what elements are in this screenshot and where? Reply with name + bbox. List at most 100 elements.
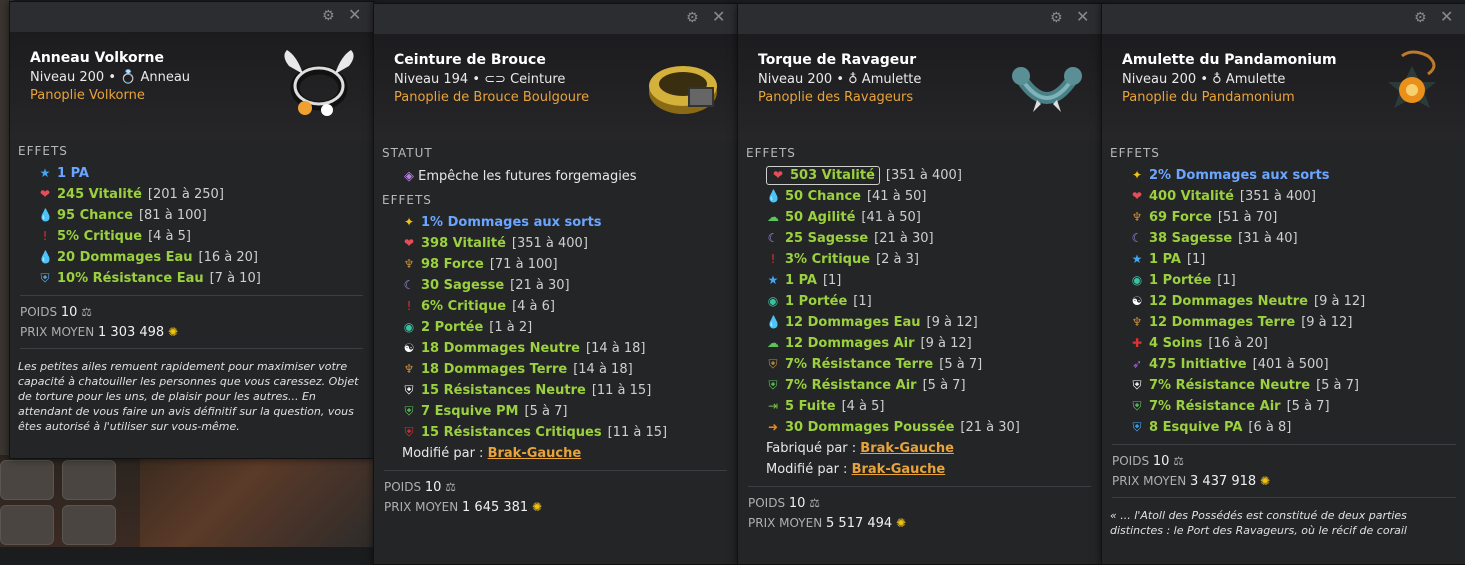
- green-shield-icon: ⛨: [404, 404, 414, 418]
- close-icon[interactable]: ✕: [1440, 9, 1454, 25]
- effect-row[interactable]: 💧 95 Chance [81 à 100]: [38, 205, 373, 226]
- green-shield-icon: ⛨: [768, 378, 778, 392]
- effect-row[interactable]: ! 6% Critique [4 à 6]: [402, 296, 737, 317]
- water-drop-icon: 💧: [766, 189, 781, 203]
- effect-row[interactable]: ⛨ 7% Résistance Terre [5 à 7]: [766, 354, 1101, 375]
- card-toolbar: ⚙ ✕: [10, 2, 373, 32]
- card-toolbar: ⚙ ✕: [374, 4, 737, 34]
- ring-icon: 💍: [120, 70, 137, 85]
- gear-icon[interactable]: ⚙: [686, 11, 700, 25]
- ring-image: [284, 50, 354, 116]
- effect-row[interactable]: 💧 12 Dommages Eau [9 à 12]: [766, 312, 1101, 333]
- effect-row[interactable]: ⛨ 7 Esquive PM [5 à 7]: [402, 401, 737, 422]
- effect-row[interactable]: ♆ 18 Dommages Terre [14 à 18]: [402, 359, 737, 380]
- effect-row[interactable]: ❤ 245 Vitalité [201 à 250]: [38, 184, 373, 205]
- effect-row[interactable]: 💧 20 Dommages Eau [16 à 20]: [38, 247, 373, 268]
- effect-row[interactable]: ☾ 30 Sagesse [21 à 30]: [402, 275, 737, 296]
- inventory-slot[interactable]: [62, 460, 116, 500]
- forgemagie-icon: ◈: [404, 169, 414, 184]
- item-panoplie[interactable]: Panoplie du Pandamonium: [1122, 90, 1295, 105]
- modified-by-link[interactable]: Brak-Gauche: [852, 462, 946, 477]
- effect-row[interactable]: ♆ 98 Force [71 à 100]: [402, 254, 737, 275]
- effect-row[interactable]: 💧 50 Chance [41 à 50]: [766, 186, 1101, 207]
- inventory-slot[interactable]: [0, 505, 54, 545]
- crafted-by-link[interactable]: Brak-Gauche: [860, 441, 954, 456]
- star-yellow-icon: ✦: [1131, 168, 1143, 182]
- effect-row[interactable]: ❤ 398 Vitalité [351 à 400]: [402, 233, 737, 254]
- gear-icon[interactable]: ⚙: [1414, 11, 1428, 25]
- effect-row[interactable]: ! 5% Critique [4 à 5]: [38, 226, 373, 247]
- water-drop-icon: 💧: [766, 315, 781, 329]
- neutral-shield-icon: ⛨: [404, 383, 414, 397]
- inventory-slot[interactable]: [0, 460, 54, 500]
- weight-row: POIDS 10 ⚖: [384, 480, 457, 495]
- close-icon[interactable]: ✕: [712, 9, 726, 25]
- effect-row[interactable]: ◉ 2 Portée [1 à 2]: [402, 317, 737, 338]
- blue-shield-icon: ⛨: [1132, 420, 1142, 434]
- effect-row[interactable]: ★ 1 PA: [38, 163, 373, 184]
- tooltip-card-torque[interactable]: ⚙ ✕ Torque de Ravageur Niveau 200 • ♁ Am…: [737, 3, 1102, 565]
- effect-row[interactable]: ✦ 1% Dommages aux sorts: [402, 212, 737, 233]
- effects-title: EFFETS: [746, 146, 796, 160]
- kama-icon: ✺: [168, 325, 179, 339]
- tooltip-card-ceinture[interactable]: ⚙ ✕ Ceinture de Brouce Niveau 194 • ⊂⊃ C…: [373, 3, 738, 565]
- effects-title: EFFETS: [382, 193, 432, 207]
- item-panoplie[interactable]: Panoplie Volkorne: [30, 88, 145, 103]
- kama-icon: ✺: [1260, 474, 1271, 488]
- tooltip-card-amulette[interactable]: ⚙ ✕ Amulette du Pandamonium Niveau 200 •…: [1101, 3, 1465, 565]
- weight-icon: ⚖: [1173, 454, 1185, 468]
- effect-row[interactable]: ! 3% Critique [2 à 3]: [766, 249, 1101, 270]
- effect-row[interactable]: ⛨ 10% Résistance Eau [7 à 10]: [38, 268, 373, 289]
- price-row: PRIX MOYEN 5 517 494 ✺: [748, 516, 907, 531]
- effect-row[interactable]: ➜ 30 Dommages Poussée [21 à 30]: [766, 417, 1101, 438]
- item-panoplie[interactable]: Panoplie des Ravageurs: [758, 90, 913, 105]
- effect-row[interactable]: ★ 1 PA [1]: [766, 270, 1101, 291]
- effect-row[interactable]: ⛨ 8 Esquive PA [6 à 8]: [1130, 417, 1465, 438]
- effect-row[interactable]: ◉ 1 Portée [1]: [1130, 270, 1465, 291]
- inventory-slot[interactable]: [62, 505, 116, 545]
- effect-row[interactable]: ☾ 38 Sagesse [31 à 40]: [1130, 228, 1465, 249]
- effect-row[interactable]: ☾ 25 Sagesse [21 à 30]: [766, 228, 1101, 249]
- effect-row[interactable]: ❤ 503 Vitalité [351 à 400]: [766, 165, 1101, 186]
- effect-row[interactable]: ⛨ 7% Résistance Neutre [5 à 7]: [1130, 375, 1465, 396]
- effect-row[interactable]: ⛨ 7% Résistance Air [5 à 7]: [766, 375, 1101, 396]
- belt-image: [649, 66, 717, 114]
- effect-row[interactable]: ⛨ 7% Résistance Air [5 à 7]: [1130, 396, 1465, 417]
- item-type: Anneau: [140, 70, 191, 85]
- effect-row[interactable]: ☯ 18 Dommages Neutre [14 à 18]: [402, 338, 737, 359]
- neutral-shield-icon: ⛨: [1132, 378, 1142, 392]
- effect-row[interactable]: ☯ 12 Dommages Neutre [9 à 12]: [1130, 291, 1465, 312]
- status-row: ◈ Empêche les futures forgemagies: [404, 169, 637, 184]
- modified-by-row: Modifié par : Brak-Gauche: [402, 446, 582, 461]
- gear-icon[interactable]: ⚙: [1050, 11, 1064, 25]
- item-description: « ... l'Atoll des Possédés est constitué…: [1110, 509, 1407, 537]
- item-panoplie[interactable]: Panoplie de Brouce Boulgoure: [394, 90, 589, 105]
- weight-icon: ⚖: [809, 496, 821, 510]
- effect-row[interactable]: ⛨ 15 Résistances Critiques [11 à 15]: [402, 422, 737, 443]
- effect-row[interactable]: ◉ 1 Portée [1]: [766, 291, 1101, 312]
- tooltip-card-anneau[interactable]: ⚙ ✕ Anneau Volkorne Niveau 200 • 💍 Annea…: [9, 1, 374, 459]
- effect-row[interactable]: ★ 1 PA [1]: [1130, 249, 1465, 270]
- effect-row[interactable]: ☁ 12 Dommages Air [9 à 12]: [766, 333, 1101, 354]
- effect-row[interactable]: ⇥ 5 Fuite [4 à 5]: [766, 396, 1101, 417]
- effect-row[interactable]: ☁ 50 Agilité [41 à 50]: [766, 207, 1101, 228]
- kama-icon: ✺: [532, 500, 543, 514]
- effect-row[interactable]: ♆ 69 Force [51 à 70]: [1130, 207, 1465, 228]
- exclamation-icon: !: [770, 252, 776, 266]
- card-header: Ceinture de Brouce Niveau 194 • ⊂⊃ Ceint…: [374, 34, 737, 141]
- effect-row[interactable]: ✚ 4 Soins [16 à 20]: [1130, 333, 1465, 354]
- earth-icon: ♆: [403, 257, 415, 271]
- eye-icon: ◉: [403, 320, 415, 334]
- effect-row[interactable]: ♆ 12 Dommages Terre [9 à 12]: [1130, 312, 1465, 333]
- yin-yang-icon: ☯: [403, 341, 415, 355]
- effect-row[interactable]: ➶ 475 Initiative [401 à 500]: [1130, 354, 1465, 375]
- item-name: Ceinture de Brouce: [394, 52, 546, 68]
- close-icon[interactable]: ✕: [348, 7, 362, 23]
- eye-icon: ◉: [767, 294, 779, 308]
- effect-row[interactable]: ⛨ 15 Résistances Neutre [11 à 15]: [402, 380, 737, 401]
- gear-icon[interactable]: ⚙: [322, 9, 336, 23]
- effect-row[interactable]: ✦ 2% Dommages aux sorts: [1130, 165, 1465, 186]
- close-icon[interactable]: ✕: [1076, 9, 1090, 25]
- modified-by-link[interactable]: Brak-Gauche: [488, 446, 582, 461]
- effect-row[interactable]: ❤ 400 Vitalité [351 à 400]: [1130, 186, 1465, 207]
